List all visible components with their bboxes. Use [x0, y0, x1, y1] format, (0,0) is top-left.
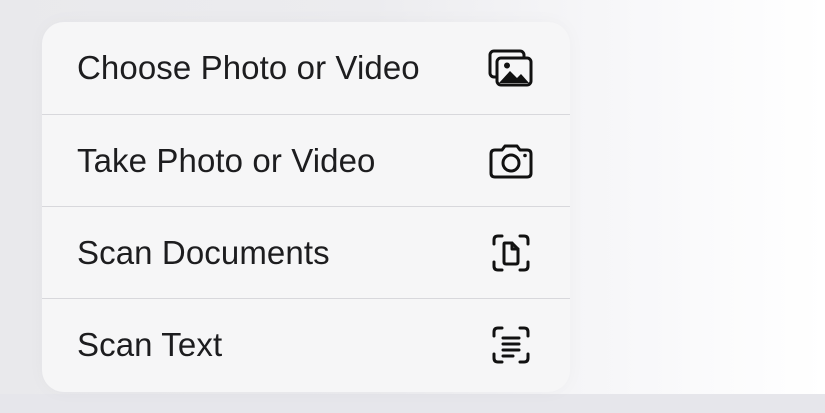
- menu-item-label: Scan Documents: [77, 233, 330, 271]
- menu-item-scan-documents[interactable]: Scan Documents: [42, 206, 570, 298]
- attachment-menu: Choose Photo or Video Take Photo or Vide…: [42, 22, 570, 392]
- camera-icon: [488, 138, 534, 184]
- menu-item-label: Take Photo or Video: [77, 141, 376, 179]
- menu-item-scan-text[interactable]: Scan Text: [42, 298, 570, 390]
- text-scanner-icon: [488, 322, 534, 368]
- photo-library-icon: [488, 45, 534, 91]
- menu-item-choose-photo-or-video[interactable]: Choose Photo or Video: [42, 22, 570, 114]
- menu-item-label: Scan Text: [77, 325, 223, 363]
- background-band: [0, 394, 825, 413]
- menu-item-take-photo-or-video[interactable]: Take Photo or Video: [42, 114, 570, 206]
- document-scanner-icon: [488, 230, 534, 276]
- menu-item-label: Choose Photo or Video: [77, 49, 420, 86]
